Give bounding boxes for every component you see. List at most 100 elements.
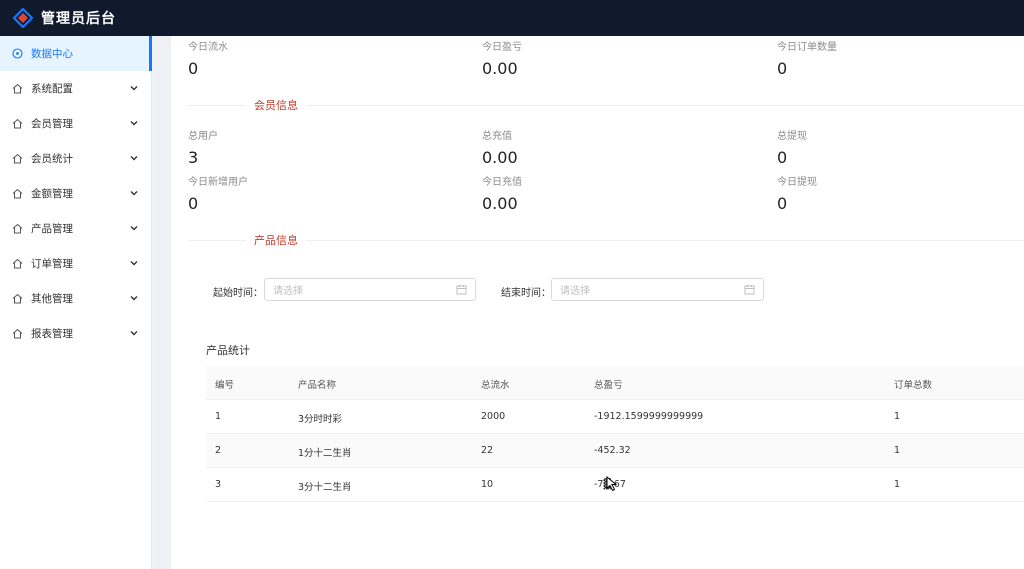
home-icon: [12, 293, 23, 304]
home-icon: [12, 83, 23, 94]
home-icon: [12, 258, 23, 269]
table-cell: 3分十二生肖: [298, 482, 352, 493]
end-date-placeholder: 请选择: [560, 286, 590, 297]
stat-today-recharge: 今日充值 0.00: [482, 173, 522, 213]
stat-label: 今日盈亏: [482, 42, 522, 53]
sidebar-item-order-management[interactable]: 订单管理: [0, 246, 151, 281]
stat-today-new-users: 今日新增用户 0: [188, 173, 248, 213]
sidebar-item-member-stats[interactable]: 会员统计: [0, 141, 151, 176]
table-cell: 3: [215, 479, 222, 490]
sidebar-item-amount-management[interactable]: 金额管理: [0, 176, 151, 211]
table-cell: 10: [481, 479, 494, 490]
sidebar-item-label: 报表管理: [31, 328, 73, 340]
chevron-down-icon: [130, 261, 138, 266]
sidebar-item-label: 会员统计: [31, 153, 73, 165]
sidebar-item-label: 其他管理: [31, 293, 73, 305]
sidebar-item-system-config[interactable]: 系统配置: [0, 71, 151, 106]
sidebar-item-data-center[interactable]: 数据中心: [0, 36, 152, 71]
table-cell: 1: [215, 411, 222, 422]
top-bar: 管理员后台: [0, 0, 1024, 36]
home-icon: [12, 328, 23, 339]
stat-value: 0: [777, 194, 788, 213]
end-time-label: 结束时间：: [501, 288, 551, 299]
start-time-label: 起始时间：: [213, 288, 263, 299]
mouse-cursor-icon: [606, 476, 618, 492]
table-cell: 1: [894, 445, 901, 456]
column-header: 总流水: [481, 380, 510, 391]
stat-today-withdraw: 今日提现 0: [777, 173, 817, 213]
table-cell: 1分十二生肖: [298, 448, 352, 459]
stat-label: 今日新增用户: [188, 177, 248, 188]
chevron-down-icon: [130, 86, 138, 91]
stat-total-withdraw: 总提现 0: [777, 127, 807, 167]
stat-label: 今日充值: [482, 177, 522, 188]
stat-today-flow: 今日流水 0: [188, 38, 228, 78]
sidebar-item-other-management[interactable]: 其他管理: [0, 281, 151, 316]
divider-line: [188, 105, 1024, 106]
dashboard-icon: [12, 48, 23, 59]
table-header-row: 编号 产品名称 总流水 总盈亏 订单总数: [206, 366, 1024, 400]
table-cell: -452.32: [594, 445, 631, 456]
chevron-down-icon: [130, 226, 138, 231]
table-cell: -1912.1599999999999: [594, 411, 704, 422]
home-icon: [12, 188, 23, 199]
table-cell: 1: [894, 479, 901, 490]
table-cell: 2: [215, 445, 222, 456]
stat-label: 总充值: [482, 131, 512, 142]
chevron-down-icon: [130, 121, 138, 126]
stat-total-users: 总用户 3: [188, 127, 218, 167]
home-icon: [12, 223, 23, 234]
stat-label: 总用户: [188, 131, 218, 142]
stat-today-orders: 今日订单数量 0: [777, 38, 837, 78]
stat-value: 0.00: [482, 148, 518, 167]
sidebar: 数据中心 系统配置 会员管理 会员统计 金额管理 产品管理 订单管理 其他管理 …: [0, 36, 152, 569]
column-header: 编号: [215, 380, 235, 391]
table-cell: 1: [894, 411, 901, 422]
stat-value: 0: [777, 59, 788, 78]
home-icon: [12, 118, 23, 129]
stat-today-profit: 今日盈亏 0.00: [482, 38, 522, 78]
sidebar-item-report-management[interactable]: 报表管理: [0, 316, 151, 351]
stat-value: 0.00: [482, 194, 518, 213]
table-cell: 3分时时彩: [298, 414, 343, 425]
stat-label: 总提现: [777, 131, 807, 142]
end-date-picker[interactable]: 请选择: [551, 278, 764, 301]
chevron-down-icon: [130, 156, 138, 161]
layout-gutter: [153, 36, 171, 569]
stat-value: 0: [188, 194, 199, 213]
sidebar-item-product-management[interactable]: 产品管理: [0, 211, 151, 246]
chevron-down-icon: [130, 296, 138, 301]
column-header: 订单总数: [894, 380, 933, 391]
main-content: 今日流水 0 今日盈亏 0.00 今日订单数量 0 会员信息 总用户 3 总充值…: [171, 36, 1024, 569]
sidebar-item-label: 产品管理: [31, 223, 73, 235]
table-row[interactable]: 1 3分时时彩 2000 -1912.1599999999999 1: [206, 400, 1024, 434]
calendar-icon: [744, 285, 755, 295]
home-icon: [12, 153, 23, 164]
stat-value: 3: [188, 148, 199, 167]
start-date-picker[interactable]: 请选择: [264, 278, 476, 301]
sidebar-item-label: 金额管理: [31, 188, 73, 200]
sidebar-item-label: 数据中心: [31, 48, 73, 60]
stat-value: 0.00: [482, 59, 518, 78]
divider-line: [188, 240, 1024, 241]
sidebar-item-label: 会员管理: [31, 118, 73, 130]
app-logo-icon: [13, 8, 33, 28]
stat-value: 0: [188, 59, 199, 78]
stat-label: 今日订单数量: [777, 42, 837, 53]
stat-total-recharge: 总充值 0.00: [482, 127, 518, 167]
calendar-icon: [456, 285, 467, 295]
table-row[interactable]: 2 1分十二生肖 22 -452.32 1: [206, 434, 1024, 468]
start-date-placeholder: 请选择: [273, 286, 303, 297]
product-stats-title: 产品统计: [206, 344, 250, 357]
stat-value: 0: [777, 148, 788, 167]
column-header: 产品名称: [298, 380, 337, 391]
table-cell: 2000: [481, 411, 506, 422]
column-header: 总盈亏: [594, 380, 623, 391]
chevron-down-icon: [130, 191, 138, 196]
sidebar-item-label: 系统配置: [31, 83, 73, 95]
table-cell: 22: [481, 445, 494, 456]
sidebar-item-label: 订单管理: [31, 258, 73, 270]
sidebar-item-member-management[interactable]: 会员管理: [0, 106, 151, 141]
stat-label: 今日流水: [188, 42, 228, 53]
chevron-down-icon: [130, 331, 138, 336]
